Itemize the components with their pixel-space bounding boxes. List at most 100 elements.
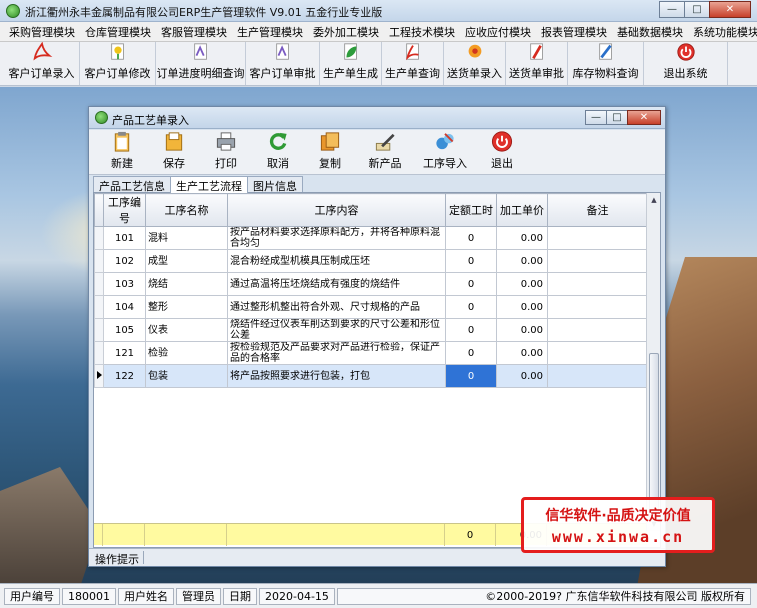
unit-price-cell[interactable]: 0.00 xyxy=(496,318,548,342)
note-cell[interactable] xyxy=(547,341,648,365)
row-indicator[interactable] xyxy=(94,226,104,250)
menu-customer-service[interactable]: 客服管理模块 xyxy=(156,24,232,40)
process-content-cell[interactable]: 通过高温将压坯烧结成有强度的烧结件 xyxy=(227,272,446,296)
child-minimize-button[interactable]: — xyxy=(585,110,607,125)
standard-hours-cell[interactable]: 0 xyxy=(445,272,497,296)
column-header[interactable]: 定额工时 xyxy=(445,193,497,227)
production-order-query-button[interactable]: 生产单查询 xyxy=(382,42,444,85)
menu-engineering[interactable]: 工程技术模块 xyxy=(384,24,460,40)
row-indicator[interactable] xyxy=(94,341,104,365)
scroll-up-icon[interactable]: ▲ xyxy=(648,193,660,207)
column-header[interactable]: 工序编号 xyxy=(103,193,146,227)
process-content-cell[interactable]: 按检验规范及产品要求对产品进行检验，保证产品的合格率 xyxy=(227,341,446,365)
stock-query-button[interactable]: 库存物料查询 xyxy=(568,42,644,85)
table-row[interactable]: 101 混料 按产品材料要求选择原料配方，并将各种原料混合均匀 0 0.00 xyxy=(94,226,648,250)
note-cell[interactable] xyxy=(547,249,648,273)
note-cell[interactable] xyxy=(547,226,648,250)
standard-hours-cell-active[interactable]: 0 xyxy=(445,364,497,388)
process-name-cell[interactable]: 整形 xyxy=(145,295,228,319)
cancel-button[interactable]: 取消 xyxy=(253,130,303,174)
process-code-cell[interactable]: 122 xyxy=(103,364,146,388)
process-import-button[interactable]: 工序导入 xyxy=(415,130,475,174)
process-name-cell[interactable]: 成型 xyxy=(145,249,228,273)
process-content-cell[interactable]: 通过整形机整出符合外观、尺寸规格的产品 xyxy=(227,295,446,319)
scroll-thumb[interactable] xyxy=(649,353,659,513)
menu-receivables[interactable]: 应收应付模块 xyxy=(460,24,536,40)
menu-reports[interactable]: 报表管理模块 xyxy=(536,24,612,40)
order-progress-query-button[interactable]: 订单进度明细查询 xyxy=(156,42,246,85)
unit-price-cell[interactable]: 0.00 xyxy=(496,226,548,250)
unit-price-cell[interactable]: 0.00 xyxy=(496,364,548,388)
child-close-button[interactable]: ✕ xyxy=(627,110,661,125)
process-name-cell[interactable]: 仪表 xyxy=(145,318,228,342)
order-modify-button[interactable]: 客户订单修改 xyxy=(80,42,156,85)
standard-hours-cell[interactable]: 0 xyxy=(445,295,497,319)
order-entry-button[interactable]: 客户订单录入 xyxy=(4,42,80,85)
table-row-selected[interactable]: 122 包装 将产品按照要求进行包装，打包 0 0.00 xyxy=(94,364,648,388)
process-code-cell[interactable]: 121 xyxy=(103,341,146,365)
column-header[interactable]: 工序名称 xyxy=(145,193,228,227)
table-row[interactable]: 104 整形 通过整形机整出符合外观、尺寸规格的产品 0 0.00 xyxy=(94,295,648,319)
column-header[interactable]: 工序内容 xyxy=(227,193,446,227)
tab-production-flow[interactable]: 生产工艺流程 xyxy=(170,176,248,193)
row-indicator[interactable] xyxy=(94,364,104,388)
menu-system[interactable]: 系统功能模块 xyxy=(688,24,757,40)
standard-hours-cell[interactable]: 0 xyxy=(445,341,497,365)
row-indicator[interactable] xyxy=(94,272,104,296)
exit-system-button[interactable]: 退出系统 xyxy=(644,42,728,85)
table-row[interactable]: 121 检验 按检验规范及产品要求对产品进行检验，保证产品的合格率 0 0.00 xyxy=(94,341,648,365)
maximize-button[interactable]: □ xyxy=(684,1,710,18)
standard-hours-cell[interactable]: 0 xyxy=(445,318,497,342)
table-row[interactable]: 105 仪表 烧结件经过仪表车削达到要求的尺寸公差和形位公差 0 0.00 xyxy=(94,318,648,342)
close-button[interactable]: ✕ xyxy=(709,1,751,18)
process-content-cell[interactable]: 混合粉经成型机模具压制成压坯 xyxy=(227,249,446,273)
menu-outsourcing[interactable]: 委外加工模块 xyxy=(308,24,384,40)
row-indicator[interactable] xyxy=(94,318,104,342)
vertical-scrollbar[interactable]: ▲ ▼ xyxy=(646,193,660,531)
process-name-cell[interactable]: 检验 xyxy=(145,341,228,365)
table-row[interactable]: 102 成型 混合粉经成型机模具压制成压坯 0 0.00 xyxy=(94,249,648,273)
menu-base-data[interactable]: 基础数据模块 xyxy=(612,24,688,40)
process-code-cell[interactable]: 103 xyxy=(103,272,146,296)
menu-warehouse[interactable]: 仓库管理模块 xyxy=(80,24,156,40)
process-name-cell[interactable]: 包装 xyxy=(145,364,228,388)
note-cell[interactable] xyxy=(547,295,648,319)
menu-purchase[interactable]: 采购管理模块 xyxy=(4,24,80,40)
standard-hours-cell[interactable]: 0 xyxy=(445,226,497,250)
row-indicator[interactable] xyxy=(94,249,104,273)
copy-button[interactable]: 复制 xyxy=(305,130,355,174)
standard-hours-cell[interactable]: 0 xyxy=(445,249,497,273)
minimize-button[interactable]: — xyxy=(659,1,685,18)
unit-price-cell[interactable]: 0.00 xyxy=(496,272,548,296)
save-button[interactable]: 保存 xyxy=(149,130,199,174)
process-code-cell[interactable]: 101 xyxy=(103,226,146,250)
process-content-cell[interactable]: 将产品按照要求进行包装，打包 xyxy=(227,364,446,388)
delivery-entry-button[interactable]: 送货单录入 xyxy=(444,42,506,85)
note-cell[interactable] xyxy=(547,364,648,388)
new-product-button[interactable]: 新产品 xyxy=(357,130,413,174)
child-maximize-button[interactable]: □ xyxy=(606,110,628,125)
menu-production[interactable]: 生产管理模块 xyxy=(232,24,308,40)
delivery-approval-button[interactable]: 送货单审批 xyxy=(506,42,568,85)
unit-price-cell[interactable]: 0.00 xyxy=(496,249,548,273)
process-code-cell[interactable]: 105 xyxy=(103,318,146,342)
process-code-cell[interactable]: 104 xyxy=(103,295,146,319)
process-code-cell[interactable]: 102 xyxy=(103,249,146,273)
process-content-cell[interactable]: 按产品材料要求选择原料配方，并将各种原料混合均匀 xyxy=(227,226,446,250)
print-button[interactable]: 打印 xyxy=(201,130,251,174)
order-approval-button[interactable]: 客户订单审批 xyxy=(246,42,320,85)
note-cell[interactable] xyxy=(547,318,648,342)
process-name-cell[interactable]: 混料 xyxy=(145,226,228,250)
new-button[interactable]: 新建 xyxy=(97,130,147,174)
process-content-cell[interactable]: 烧结件经过仪表车削达到要求的尺寸公差和形位公差 xyxy=(227,318,446,342)
note-cell[interactable] xyxy=(547,272,648,296)
exit-button[interactable]: 退出 xyxy=(477,130,527,174)
production-order-create-button[interactable]: 生产单生成 xyxy=(320,42,382,85)
unit-price-cell[interactable]: 0.00 xyxy=(496,341,548,365)
tab-image-info[interactable]: 图片信息 xyxy=(247,176,303,193)
column-header[interactable]: 备注 xyxy=(547,193,648,227)
process-name-cell[interactable]: 烧结 xyxy=(145,272,228,296)
column-header[interactable]: 加工单价 xyxy=(496,193,548,227)
unit-price-cell[interactable]: 0.00 xyxy=(496,295,548,319)
table-row[interactable]: 103 烧结 通过高温将压坯烧结成有强度的烧结件 0 0.00 xyxy=(94,272,648,296)
